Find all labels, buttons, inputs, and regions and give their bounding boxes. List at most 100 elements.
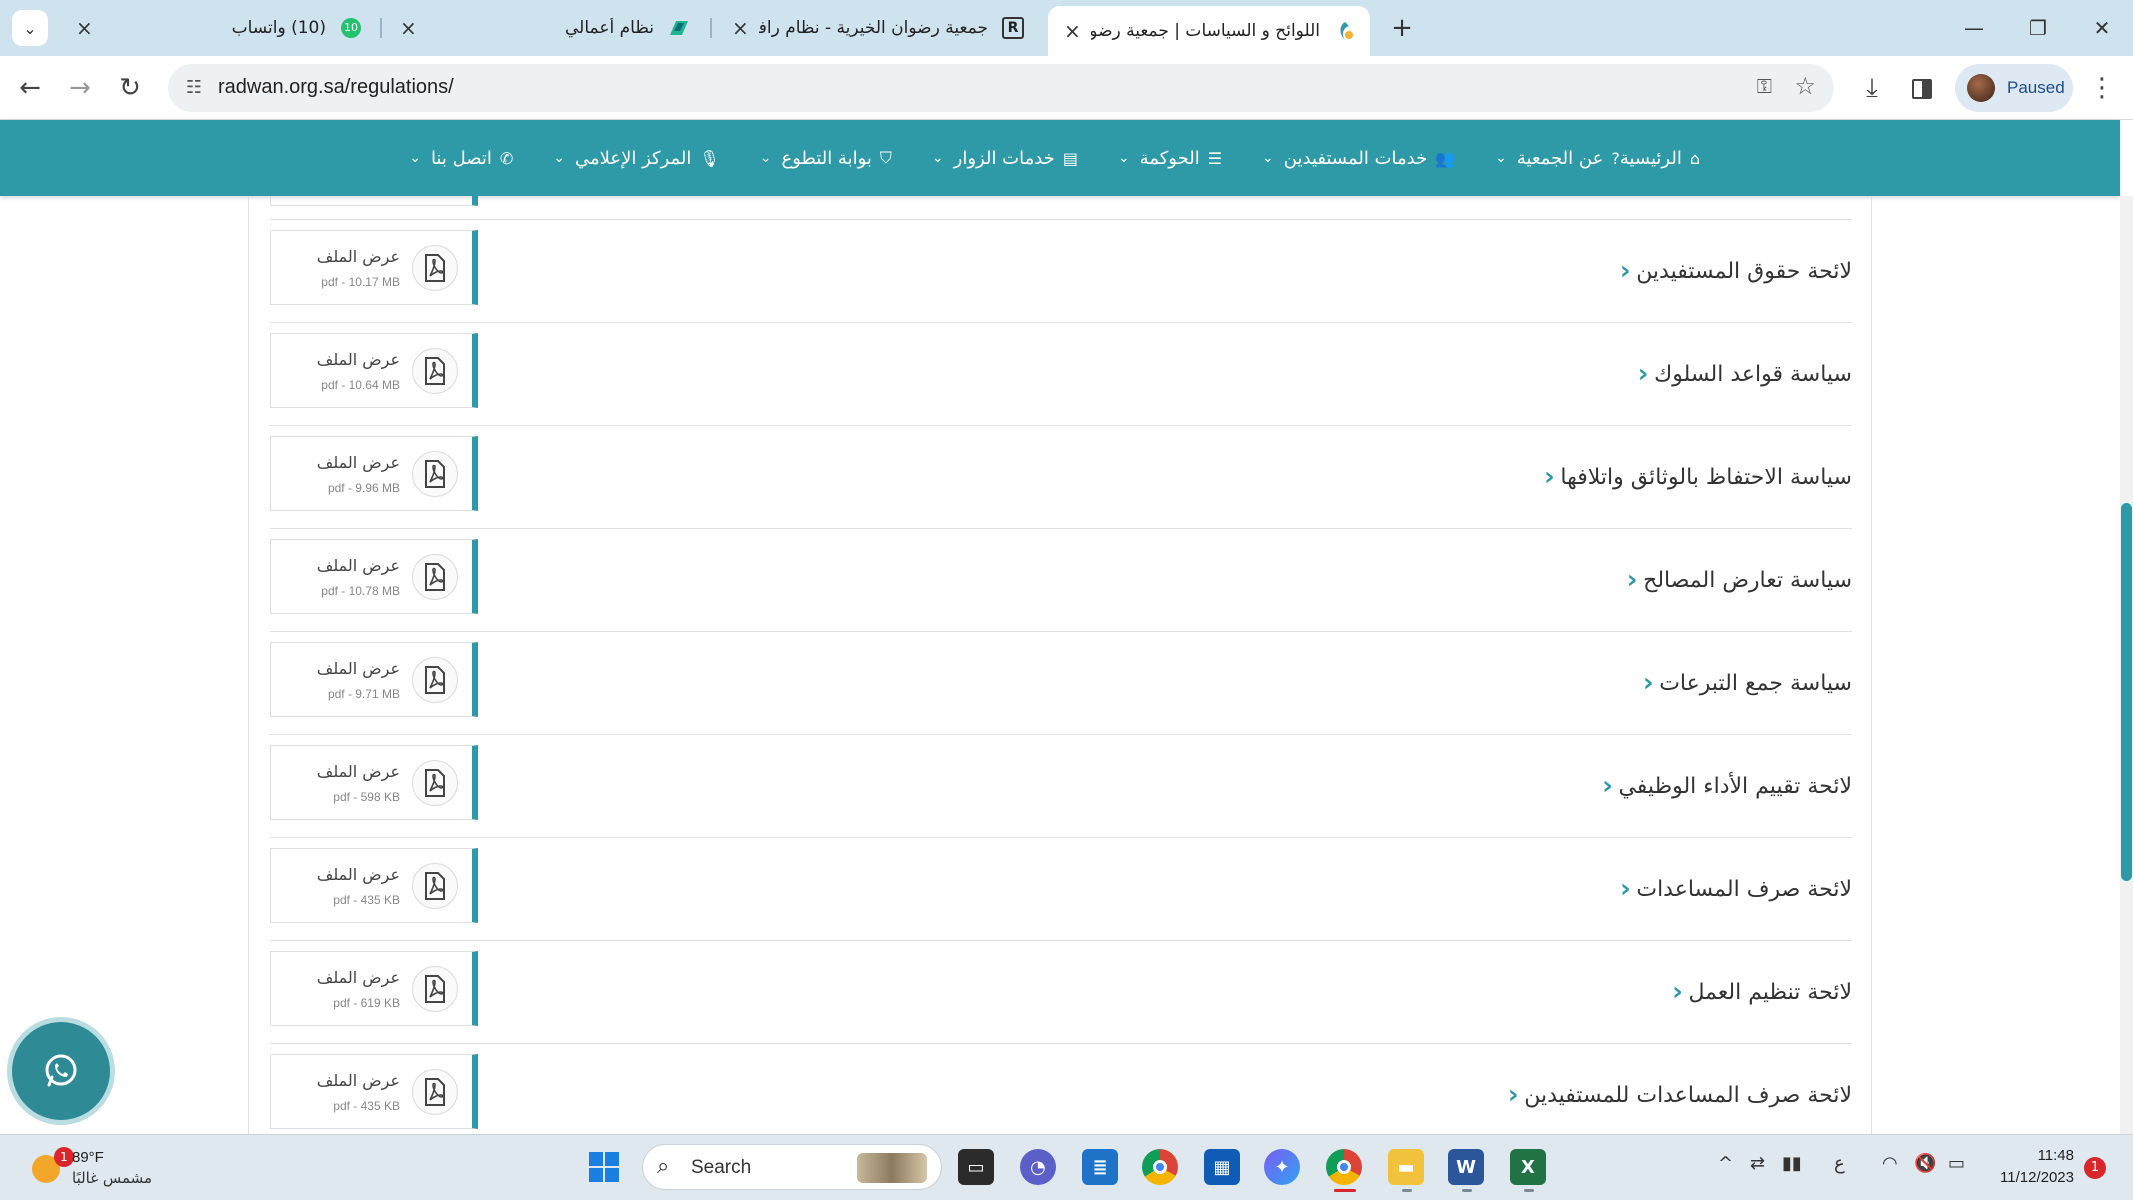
chevron-down-icon: ⌄ xyxy=(1117,150,1130,166)
tab-rafed[interactable]: R جمعية رضوان الخيرية - نظام رافد × xyxy=(716,8,1038,48)
regulation-title[interactable]: ‹ لائحة صرف المساعدات xyxy=(1604,874,1852,904)
star-icon[interactable]: ☆ xyxy=(1794,72,1816,100)
nav-item-about[interactable]: ? عن الجمعية ⌄ xyxy=(1495,148,1620,169)
word-button[interactable]: W xyxy=(1448,1149,1484,1185)
muted-speaker-icon[interactable]: 🔇 xyxy=(1914,1153,1936,1174)
regulation-title-text: سياسة قواعد السلوك xyxy=(1654,361,1852,387)
key-icon[interactable]: ⚿ xyxy=(1757,74,1772,98)
forward-button[interactable]: → xyxy=(62,70,98,106)
chrome-profile-button[interactable] xyxy=(1326,1149,1362,1185)
nav-item-label: الحوكمة xyxy=(1139,147,1200,169)
reload-button[interactable]: ↻ xyxy=(112,70,148,106)
profile-button[interactable]: Paused xyxy=(1955,64,2073,112)
site-navbar: ⌂ الرئيسية ? عن الجمعية ⌄ 👥 خدمات المستف… xyxy=(0,120,2120,196)
view-file-button[interactable]: عرض الملف pdf - 435 KB xyxy=(270,1054,478,1129)
minimize-button[interactable]: — xyxy=(1954,12,1994,44)
browser-menu-button[interactable]: ⋮ xyxy=(2084,70,2120,106)
view-file-button[interactable]: عرض الملف pdf - 598 KB xyxy=(270,745,478,820)
side-panel-button[interactable] xyxy=(1904,70,1940,106)
back-button[interactable]: ← xyxy=(12,70,48,106)
keyboard-language[interactable]: ع xyxy=(1834,1153,1845,1174)
pdf-icon xyxy=(412,966,458,1012)
regulation-title[interactable]: ‹ لائحة حقوق المستفيدين xyxy=(1604,256,1852,286)
notification-badge[interactable]: 1 xyxy=(2084,1157,2106,1179)
running-indicator xyxy=(1402,1189,1412,1192)
nav-item-governance[interactable]: ☰ الحوكمة ⌄ xyxy=(1118,148,1222,169)
close-icon[interactable]: × xyxy=(1064,19,1081,43)
chevron-left-icon: ‹ xyxy=(1507,1080,1519,1110)
new-tab-button[interactable]: + xyxy=(1386,12,1418,44)
close-icon[interactable]: × xyxy=(76,16,93,40)
whatsapp-float-button[interactable] xyxy=(12,1022,110,1120)
task-view-button[interactable]: ▭ xyxy=(958,1149,994,1185)
regulation-title[interactable]: ‹ لائحة تقييم الأداء الوظيفي xyxy=(1586,771,1852,801)
close-window-button[interactable]: ✕ xyxy=(2082,12,2122,44)
notepad-button[interactable]: ≣ xyxy=(1082,1149,1118,1185)
copilot-button[interactable]: ✦ xyxy=(1264,1149,1300,1185)
folder-icon: ▬ xyxy=(1397,1156,1415,1178)
view-file-button[interactable]: عرض الملف pdf - 9.96 MB xyxy=(270,436,478,511)
wifi-icon[interactable]: ◠ xyxy=(1882,1153,1898,1174)
pdf-icon xyxy=(412,245,458,291)
address-bar[interactable]: ☷ radwan.org.sa/regulations/ ⚿ ☆ xyxy=(168,64,1834,112)
close-icon[interactable]: × xyxy=(400,16,417,40)
view-file-button[interactable]: عرض الملف pdf - 10.17 MB xyxy=(270,230,478,305)
nav-item-home[interactable]: ⌂ الرئيسية xyxy=(1620,148,1700,169)
scrollbar-thumb[interactable] xyxy=(2121,503,2132,881)
minimize-icon: — xyxy=(1964,16,1984,40)
view-file-button[interactable]: عرض الملف pdf - 619 KB xyxy=(270,951,478,1026)
view-file-button[interactable]: عرض الملف pdf - 9.71 MB xyxy=(270,642,478,717)
regulation-title[interactable]: ‹ سياسة جمع التبرعات xyxy=(1627,668,1852,698)
file-meta: pdf - 10.64 MB xyxy=(321,378,400,392)
clock[interactable]: 11:48 11/12/2023 xyxy=(1990,1145,2074,1189)
battery-icon[interactable]: ▭ xyxy=(1948,1153,1965,1174)
tab-regulations[interactable]: اللوائح و السياسات | جمعية رضوان × xyxy=(1048,6,1370,56)
signal-icon[interactable]: ▮▮ xyxy=(1782,1153,1802,1174)
tab-whatsapp[interactable]: 10 (10) واتساب × xyxy=(60,8,376,48)
avatar xyxy=(1967,74,1995,102)
view-file-button[interactable]: عرض الملف pdf - 10.78 MB xyxy=(270,539,478,614)
nav-item-contact[interactable]: ✆ اتصل بنا ⌄ xyxy=(409,148,513,169)
store-button[interactable]: ▦ xyxy=(1204,1149,1240,1185)
file-label: عرض الملف xyxy=(316,659,400,678)
start-button[interactable] xyxy=(586,1149,622,1185)
network-activity-icon[interactable]: ⇄ xyxy=(1750,1153,1765,1174)
download-button[interactable]: ⤓ xyxy=(1854,70,1890,106)
chrome-button[interactable] xyxy=(1142,1149,1178,1185)
weather-widget[interactable]: 1 89°F مشمس غالبًا xyxy=(28,1145,188,1191)
close-icon[interactable]: × xyxy=(732,16,749,40)
chevron-left-icon: ‹ xyxy=(1619,256,1631,286)
nav-item-beneficiary-services[interactable]: 👥 خدمات المستفيدين ⌄ xyxy=(1262,148,1455,169)
view-file-button[interactable]: عرض الملف pdf - 10.64 MB xyxy=(270,333,478,408)
question-icon: ? xyxy=(1611,148,1620,168)
regulation-title[interactable]: ‹ سياسة تعارض المصالح xyxy=(1611,565,1852,595)
nav-item-media-center[interactable]: 🎙 المركز الإعلامي ⌄ xyxy=(553,148,719,169)
view-file-button[interactable]: عرض الملف pdf - 435 KB xyxy=(270,848,478,923)
regulation-title[interactable]: ‹ لائحة صرف المساعدات للمستفيدين xyxy=(1492,1080,1852,1110)
tab-search-button[interactable]: ⌄ xyxy=(12,10,48,46)
regulation-row: ‹ سياسة قواعد السلوك عرض الملف pdf - 10.… xyxy=(270,323,1852,426)
tab-aamali[interactable]: نظام أعمالي × xyxy=(384,8,704,48)
taskbar-search[interactable]: ⌕ Search xyxy=(642,1144,942,1190)
users-icon: 👥 xyxy=(1435,148,1456,168)
restore-button[interactable]: ❐ xyxy=(2018,12,2058,44)
regulation-title[interactable]: ‹ سياسة قواعد السلوك xyxy=(1622,359,1852,389)
chevron-down-icon: ⌄ xyxy=(409,150,421,166)
excel-button[interactable]: X xyxy=(1510,1149,1546,1185)
nav-item-volunteer-portal[interactable]: ⛉ بوابة التطوع ⌄ xyxy=(760,148,892,169)
regulation-row: ‹ لائحة تنظيم العمل عرض الملف pdf - 619 … xyxy=(270,941,1852,1044)
site-info-icon[interactable]: ☷ xyxy=(180,74,208,102)
running-indicator xyxy=(1462,1189,1472,1192)
regulation-title-text: لائحة تنظيم العمل xyxy=(1688,979,1852,1005)
teams-chat-button[interactable]: ◔ xyxy=(1020,1149,1056,1185)
regulation-title[interactable]: ‹ سياسة الاحتفاظ بالوثائق واتلافها xyxy=(1528,462,1852,492)
file-explorer-button[interactable]: ▬ xyxy=(1388,1149,1424,1185)
chevron-up-icon[interactable]: ^ xyxy=(1718,1153,1733,1174)
close-icon: ✕ xyxy=(2093,16,2111,40)
list-icon: ☰ xyxy=(1207,148,1223,168)
url-text[interactable]: radwan.org.sa/regulations/ xyxy=(218,76,454,99)
nav-item-visitor-services[interactable]: ▤ خدمات الزوار ⌄ xyxy=(932,148,1078,169)
regulation-title[interactable]: ‹ لائحة تنظيم العمل xyxy=(1656,977,1852,1007)
profile-status: Paused xyxy=(2007,78,2065,97)
chevron-left-icon: ‹ xyxy=(1637,359,1649,389)
